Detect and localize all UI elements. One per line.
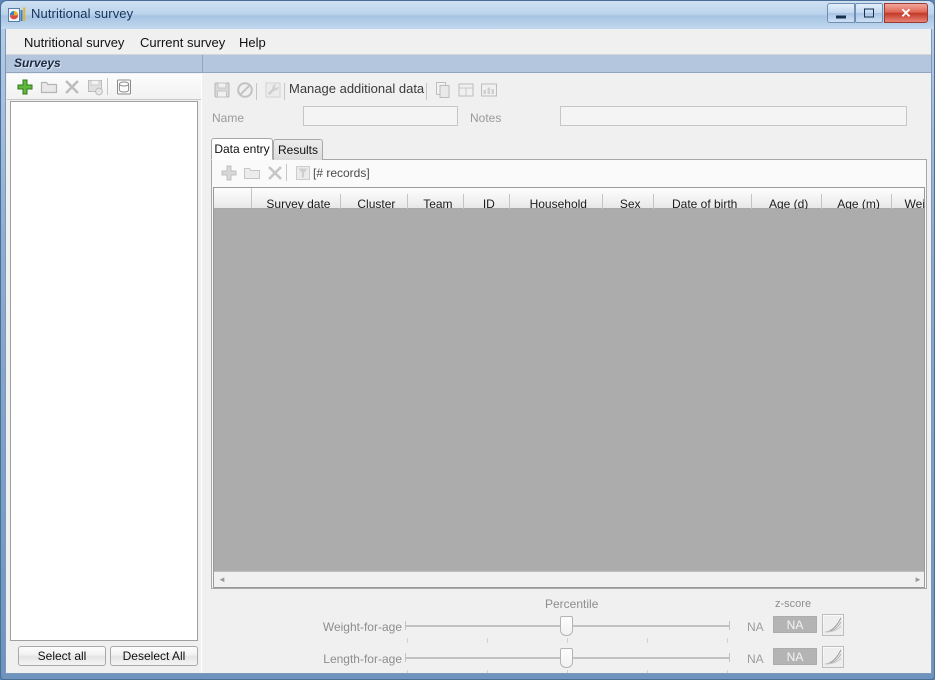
minimize-icon	[836, 15, 846, 19]
records-table[interactable]: Survey date Cluster Team ID Household Se…	[213, 187, 925, 588]
maximize-button[interactable]	[855, 3, 883, 23]
edit-record-icon[interactable]	[242, 163, 262, 183]
add-survey-icon[interactable]	[15, 77, 35, 97]
surveys-panel: Select all Deselect All	[7, 74, 201, 673]
record-toolbar: [# records]	[212, 160, 926, 186]
scroll-left-icon[interactable]: ◄	[214, 572, 230, 587]
surveys-header-band: Surveys	[6, 55, 931, 73]
survey-list[interactable]	[10, 101, 198, 641]
close-button[interactable]: ✕	[884, 3, 928, 23]
name-label: Name	[212, 111, 245, 125]
table-header-row: Survey date Cluster Team ID Household Se…	[214, 188, 924, 214]
copy-icon[interactable]	[433, 80, 453, 100]
menu-help[interactable]: Help	[233, 33, 272, 52]
toolbar-separator	[284, 83, 285, 100]
tab-results[interactable]: Results	[273, 139, 323, 160]
export-icon[interactable]	[456, 80, 476, 100]
notes-label: Notes	[470, 111, 502, 125]
app-chart-icon	[8, 6, 26, 24]
add-record-icon[interactable]	[219, 163, 239, 183]
application-window: Nutritional survey ✕ Nutritional survey …	[0, 0, 935, 680]
band-divider	[202, 55, 203, 73]
client-area: Nutritional survey Current survey Help S…	[5, 29, 932, 674]
toolbar-separator	[256, 83, 257, 100]
cancel-icon[interactable]	[235, 80, 255, 100]
slider-row-length-for-age: Length-for-age NA NA	[205, 643, 931, 673]
save-survey-icon[interactable]	[85, 77, 105, 97]
weight-for-age-growth-chart-icon[interactable]	[822, 614, 844, 636]
name-input[interactable]	[303, 106, 458, 126]
database-icon[interactable]	[114, 77, 134, 97]
surveys-label: Surveys	[14, 56, 61, 70]
save-icon[interactable]	[212, 80, 232, 100]
data-entry-panel: [# records] Survey date Cluster Team ID …	[211, 159, 927, 589]
scroll-right-icon[interactable]: ►	[910, 572, 924, 587]
open-survey-icon[interactable]	[39, 77, 59, 97]
survey-fields-row: Name Notes	[205, 105, 931, 138]
length-for-age-na: NA	[747, 652, 764, 666]
filter-icon[interactable]	[293, 163, 313, 183]
length-for-age-zscore: NA	[773, 648, 817, 665]
slider-cap-left	[405, 621, 406, 630]
menu-nutritional-survey[interactable]: Nutritional survey	[18, 33, 130, 52]
close-icon: ✕	[900, 5, 912, 21]
slider-cap-left	[405, 653, 406, 662]
zscore-title: z-score	[775, 598, 812, 610]
tab-strip: Data entry Results	[205, 138, 931, 160]
slider-cap-right	[729, 621, 730, 630]
wrench-icon[interactable]	[263, 80, 283, 100]
delete-record-icon[interactable]	[265, 163, 285, 183]
title-bar: Nutritional survey ✕	[1, 1, 934, 29]
percentile-title: Percentile	[545, 597, 599, 611]
percentile-section: Percentile z-score Weight-for-age NA NA …	[205, 589, 931, 673]
toolbar-separator	[107, 78, 108, 95]
weight-for-age-zscore: NA	[773, 616, 817, 633]
weight-for-age-na: NA	[747, 620, 764, 634]
records-count-label: [# records]	[313, 166, 370, 180]
minimize-button[interactable]	[827, 3, 855, 23]
slider-row-weight-for-age: Weight-for-age NA NA	[205, 611, 931, 643]
delete-survey-icon[interactable]	[62, 77, 82, 97]
table-horizontal-scrollbar[interactable]: ◄ ►	[214, 571, 924, 587]
maximize-icon	[864, 8, 874, 18]
menu-current-survey[interactable]: Current survey	[134, 33, 231, 52]
weight-for-age-thumb[interactable]	[560, 616, 573, 636]
menu-bar: Nutritional survey Current survey Help	[6, 29, 931, 55]
length-for-age-slider[interactable]	[405, 643, 730, 673]
current-survey-panel: Manage additional data Name Notes Data e…	[205, 74, 931, 673]
select-all-button[interactable]: Select all	[18, 646, 106, 666]
length-for-age-thumb[interactable]	[560, 648, 573, 668]
length-for-age-growth-chart-icon[interactable]	[822, 646, 844, 668]
toolbar-separator	[286, 164, 287, 181]
survey-toolbar: Manage additional data	[205, 74, 931, 105]
window-title: Nutritional survey	[31, 6, 134, 21]
table-column-rownum[interactable]	[214, 188, 252, 208]
weight-for-age-slider[interactable]	[405, 611, 730, 643]
survey-list-buttons: Select all Deselect All	[7, 646, 201, 673]
report-icon[interactable]	[479, 80, 499, 100]
tab-data-entry[interactable]: Data entry	[211, 138, 273, 160]
length-for-age-label: Length-for-age	[323, 652, 402, 666]
weight-for-age-label: Weight-for-age	[322, 620, 402, 634]
slider-cap-right	[729, 653, 730, 662]
notes-input[interactable]	[560, 106, 907, 126]
toolbar-separator	[426, 83, 427, 100]
surveys-toolbar	[7, 74, 201, 100]
table-body[interactable]	[214, 209, 924, 567]
manage-additional-data-button[interactable]: Manage additional data	[289, 81, 424, 96]
deselect-all-button[interactable]: Deselect All	[110, 646, 198, 666]
